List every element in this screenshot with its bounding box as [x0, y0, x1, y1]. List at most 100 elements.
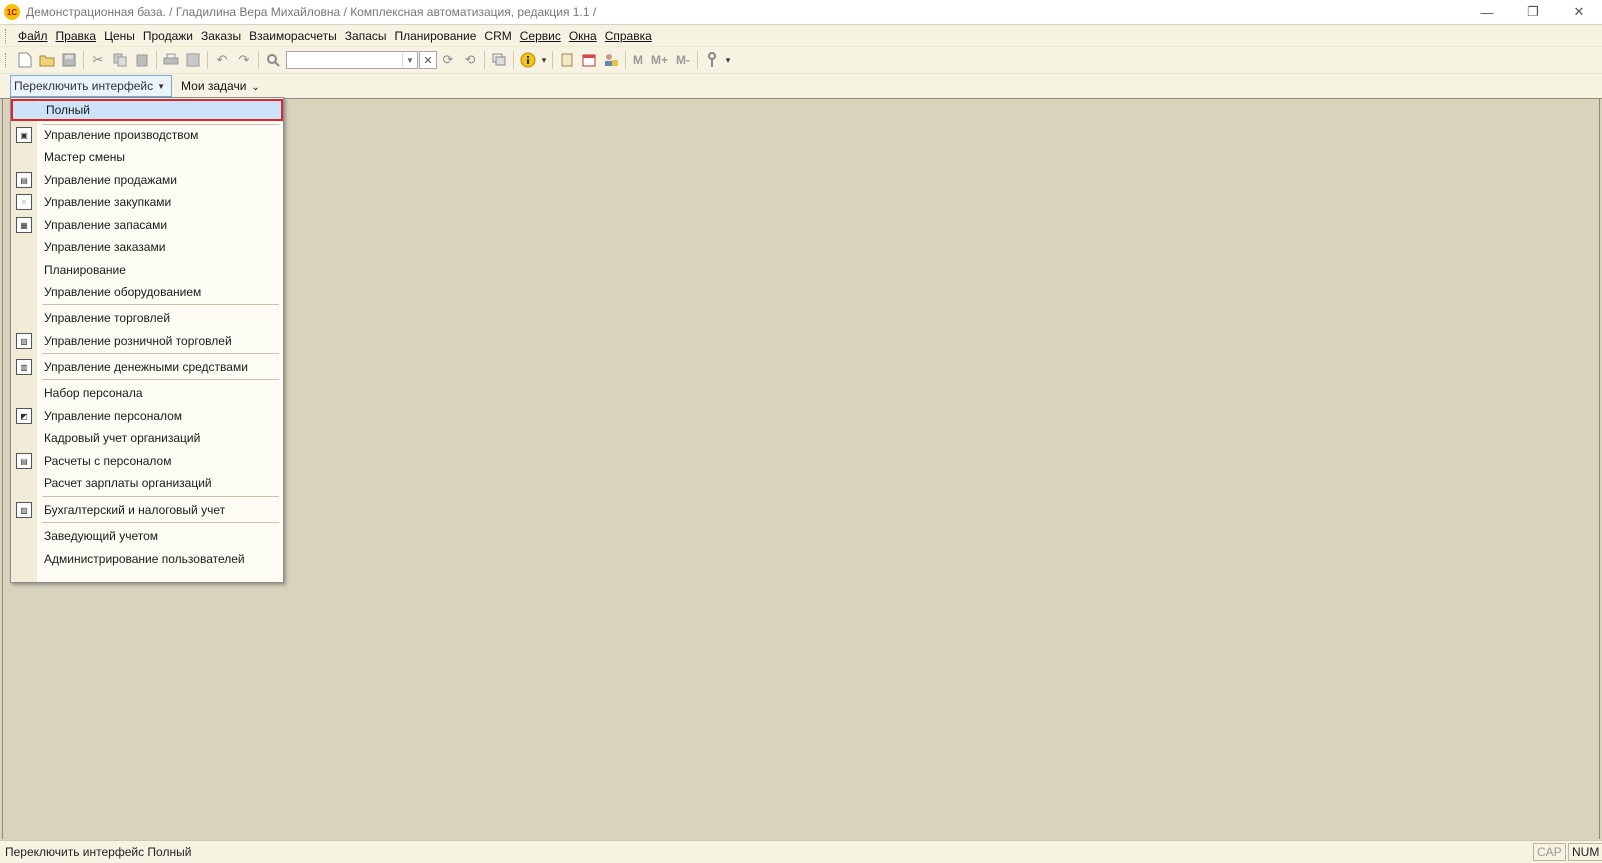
menu-orders[interactable]: Заказы — [197, 26, 245, 46]
paste-icon[interactable] — [131, 49, 153, 71]
menu-item-sales[interactable]: ▤ Управление продажами — [11, 169, 283, 191]
minimize-button[interactable]: — — [1464, 0, 1510, 24]
menu-item-label: Администрирование пользователей — [44, 552, 245, 566]
toolbar-separator — [625, 51, 626, 69]
toolbar-grip-icon[interactable] — [5, 53, 9, 67]
toolbar-separator — [513, 51, 514, 69]
menu-item-planning[interactable]: Планирование — [11, 259, 283, 281]
search-input[interactable]: ▼ — [286, 51, 418, 69]
menu-prices[interactable]: Цены — [100, 26, 139, 46]
menubar-grip-icon[interactable] — [5, 28, 9, 43]
menu-item-orders[interactable]: Управление заказами — [11, 236, 283, 258]
menu-item-label: Мастер смены — [44, 150, 126, 164]
menu-crm[interactable]: CRM — [480, 26, 515, 46]
menu-settlements[interactable]: Взаиморасчеты — [245, 26, 341, 46]
memory-minus-button[interactable]: M- — [672, 53, 694, 67]
menu-separator — [42, 379, 279, 380]
toolbar: ✂ ↶ ↷ ▼ ✕ ⟳ ⟲ ▾ M M+ M- ▾ — [0, 47, 1602, 74]
menu-item-label: Полный — [46, 103, 90, 117]
purchases-icon: ⁘ — [16, 194, 32, 210]
search-clear-icon[interactable]: ✕ — [419, 51, 437, 69]
menu-item-label: Кадровый учет организаций — [44, 431, 201, 445]
menu-item-production[interactable]: ▣ Управление производством — [11, 124, 283, 146]
switch-interface-menu: Полный ▣ Управление производством Мастер… — [10, 97, 284, 583]
search-next-icon[interactable]: ⟳ — [437, 49, 459, 71]
menu-item-personnel[interactable]: ◩ Управление персоналом — [11, 405, 283, 427]
menu-planning[interactable]: Планирование — [391, 26, 481, 46]
info-icon[interactable] — [517, 49, 539, 71]
menu-item-label: Управление оборудованием — [44, 285, 202, 299]
menu-item-label: Управление заказами — [44, 240, 166, 254]
menu-item-label: Бухгалтерский и налоговый учет — [44, 503, 226, 517]
menu-item-full[interactable]: Полный — [11, 99, 283, 121]
menu-item-trade[interactable]: Управление торговлей — [11, 307, 283, 329]
calculator-icon[interactable] — [556, 49, 578, 71]
accounting-icon: ▨ — [16, 502, 32, 518]
menu-stock[interactable]: Запасы — [341, 26, 391, 46]
memory-m-button[interactable]: M — [629, 53, 647, 67]
menu-item-salary[interactable]: Расчет зарплаты организаций — [11, 472, 283, 494]
new-document-icon[interactable] — [14, 49, 36, 71]
personnel-icon: ◩ — [16, 408, 32, 424]
menu-item-shift-master[interactable]: Мастер смены — [11, 146, 283, 168]
menu-help[interactable]: Справка — [601, 26, 656, 46]
info-dropdown-icon[interactable]: ▾ — [539, 49, 549, 71]
menu-item-inventory[interactable]: ▦ Управление запасами — [11, 214, 283, 236]
menu-windows[interactable]: Окна — [565, 26, 601, 46]
users-icon[interactable] — [600, 49, 622, 71]
windows-icon[interactable] — [488, 49, 510, 71]
menu-item-hr-accounting[interactable]: Кадровый учет организаций — [11, 427, 283, 449]
copy-icon[interactable] — [109, 49, 131, 71]
menu-item-cash[interactable]: ▥ Управление денежными средствами — [11, 356, 283, 378]
open-folder-icon[interactable] — [36, 49, 58, 71]
menu-item-user-admin[interactable]: Администрирование пользователей — [11, 548, 283, 570]
menu-item-label: Расчеты с персоналом — [44, 454, 172, 468]
menu-item-chief-accountant[interactable]: Заведующий учетом — [11, 525, 283, 547]
search-icon[interactable] — [262, 49, 284, 71]
menu-item-accounting[interactable]: ▨ Бухгалтерский и налоговый учет — [11, 499, 283, 521]
switch-interface-label: Переключить интерфейс — [14, 79, 154, 93]
print-icon[interactable] — [160, 49, 182, 71]
switch-interface-button[interactable]: Переключить интерфейс ▼ — [10, 75, 173, 97]
menu-separator — [42, 522, 279, 523]
redo-icon[interactable]: ↷ — [233, 49, 255, 71]
search-dropdown-icon[interactable]: ▼ — [402, 52, 417, 68]
search-prev-icon[interactable]: ⟲ — [459, 49, 481, 71]
undo-icon[interactable]: ↶ — [211, 49, 233, 71]
toolbar-separator — [552, 51, 553, 69]
restore-button[interactable]: ❐ — [1510, 0, 1556, 24]
menu-service[interactable]: Сервис — [516, 26, 565, 46]
app-logo-icon[interactable]: 1С — [4, 4, 20, 20]
memory-plus-button[interactable]: M+ — [647, 53, 672, 67]
my-tasks-button[interactable]: Мои задачи ⌄ — [181, 79, 260, 93]
menu-separator — [42, 304, 279, 305]
calendar-icon[interactable] — [578, 49, 600, 71]
menu-item-label: Управление закупками — [44, 195, 172, 209]
menu-file[interactable]: Файл — [14, 26, 52, 46]
toolbar-separator — [156, 51, 157, 69]
toolbar-separator — [207, 51, 208, 69]
menu-separator — [42, 353, 279, 354]
menu-item-payroll-settlements[interactable]: ▤ Расчеты с персоналом — [11, 450, 283, 472]
cash-icon: ▥ — [16, 359, 32, 375]
menu-item-label: Управление запасами — [44, 218, 168, 232]
tools-icon[interactable] — [701, 49, 723, 71]
close-button[interactable]: ✕ — [1556, 0, 1602, 24]
menu-item-retail[interactable]: ▧ Управление розничной торговлей — [11, 330, 283, 352]
menu-item-equipment[interactable]: Управление оборудованием — [11, 281, 283, 303]
menu-item-recruitment[interactable]: Набор персонала — [11, 382, 283, 404]
tools-dropdown-icon[interactable]: ▾ — [723, 49, 733, 71]
menu-item-label: Планирование — [44, 263, 126, 277]
menu-edit[interactable]: Правка — [52, 26, 101, 46]
cut-icon[interactable]: ✂ — [87, 49, 109, 71]
status-bar: Переключить интерфейс Полный CAP NUM — [0, 840, 1602, 863]
caps-lock-indicator: CAP — [1533, 843, 1566, 861]
production-icon: ▣ — [16, 127, 32, 143]
title-bar: 1С Демонстрационная база. / Гладилина Ве… — [0, 0, 1602, 24]
save-icon[interactable] — [58, 49, 80, 71]
panel-bar: Переключить интерфейс ▼ Мои задачи ⌄ — [0, 74, 1602, 99]
print-preview-icon[interactable] — [182, 49, 204, 71]
menu-sales[interactable]: Продажи — [139, 26, 197, 46]
menu-item-label: Управление производством — [44, 128, 199, 142]
menu-item-purchases[interactable]: ⁘ Управление закупками — [11, 191, 283, 213]
